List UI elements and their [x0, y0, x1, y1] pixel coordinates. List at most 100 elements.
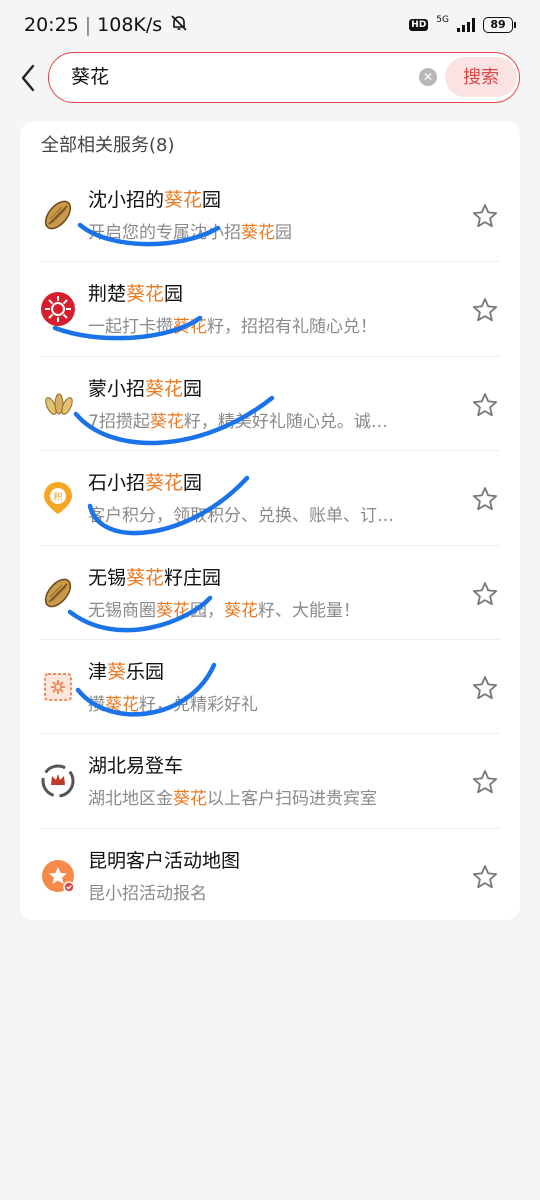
result-item[interactable]: 湖北易登车湖北地区金葵花以上客户扫码进贵宾室 [20, 734, 520, 829]
desc-text: 开启您的专属沈小招 [88, 223, 241, 243]
highlight-text: 葵花 [149, 411, 184, 432]
seed-cluster-icon [40, 386, 76, 422]
title-text: 沈小招的 [88, 189, 165, 211]
favorite-star-button[interactable] [472, 769, 498, 795]
title-text: 无锡 [88, 566, 127, 589]
highlight-text: 葵花 [241, 223, 275, 243]
item-title: 无锡葵花籽庄园 [88, 565, 221, 591]
status-separator: | [84, 14, 92, 36]
flower-stamp-icon [40, 669, 76, 705]
search-button[interactable]: 搜索 [445, 57, 517, 97]
favorite-star-button[interactable] [472, 581, 498, 607]
star-icon [472, 581, 498, 611]
desc-text: 湖北地区金 [88, 789, 173, 810]
highlight-text: 葵花 [145, 472, 184, 495]
desc-text: 园 [275, 223, 292, 243]
item-description: 攒葵花籽，兑精彩好礼 [88, 693, 258, 717]
desc-text: 籽，兑精彩好礼 [139, 694, 258, 715]
title-text: 园 [183, 472, 203, 495]
result-item[interactable]: 荆楚葵花园 一起打卡攒葵花籽，招招有礼随心兑！ [20, 262, 520, 357]
item-description: 无锡商圈葵花园，葵花籽、大能量！ [88, 599, 360, 623]
desc-text: 园， [190, 600, 224, 621]
clock: 20:25 [24, 14, 79, 36]
section-title: 全部相关服务(8) [41, 135, 175, 156]
back-button[interactable] [16, 60, 40, 96]
highlight-text: 葵花 [156, 600, 190, 621]
network-type: 5G [436, 14, 449, 25]
result-list: 沈小招的葵花园 开启您的专属沈小招葵花园 荆楚葵花园 一起打卡攒葵花籽，招招有礼随心兑… [20, 168, 520, 923]
item-description: 昆小招活动报名 [88, 882, 207, 906]
highlight-text: 葵花 [126, 283, 165, 306]
status-right: HD 5G 89 [409, 14, 516, 33]
chevron-left-icon [21, 64, 35, 92]
item-title: 沈小招的葵花园 [88, 187, 221, 213]
highlight-text: 葵花 [126, 566, 165, 589]
desc-text: 籽、大能量！ [258, 600, 360, 621]
title-text: 籽庄园 [164, 566, 222, 589]
network-speed: 108K/s [97, 14, 163, 36]
search-box: ✕ 搜索 [48, 52, 520, 103]
highlight-text: 葵花 [145, 377, 184, 400]
desc-text: 昆小招活动报名 [88, 883, 207, 904]
star-icon [472, 676, 498, 705]
signal-icon [457, 18, 475, 32]
bell-muted-icon [170, 14, 188, 37]
battery-level: 89 [483, 17, 513, 33]
star-icon [472, 392, 498, 422]
highlight-text: 葵 [107, 660, 127, 683]
desc-text: 客户积分，领取积分、兑换、账单、订… [88, 506, 394, 527]
highlight-text: 葵花 [224, 600, 258, 621]
item-description: 一起打卡攒葵花籽，招招有礼随心兑！ [88, 315, 377, 339]
clear-icon[interactable]: ✕ [419, 68, 437, 86]
item-description: 7招攒起葵花籽，精美好礼随心兑。诚… [88, 410, 388, 434]
favorite-star-button[interactable] [472, 675, 498, 701]
sunflower-seed-icon [40, 575, 76, 611]
red-sunflower-badge-icon [40, 291, 76, 327]
highlight-text: 葵花 [173, 789, 207, 810]
highlight-text: 葵花 [173, 317, 207, 338]
item-title: 湖北易登车 [88, 753, 183, 779]
battery-icon: 89 [483, 17, 516, 33]
title-text: 园 [183, 377, 203, 400]
points-pin-icon: 积 [40, 480, 76, 516]
svg-text:积: 积 [53, 491, 62, 503]
title-text: 湖北易登车 [88, 755, 184, 778]
search-input[interactable] [71, 53, 411, 101]
desc-text: 以上客户扫码进贵宾室 [207, 789, 377, 810]
item-description: 开启您的专属沈小招葵花园 [88, 221, 292, 245]
title-text: 蒙小招 [88, 377, 146, 400]
title-text: 昆明客户活动地图 [88, 849, 241, 872]
result-item[interactable]: 积 石小招葵花园客户积分，领取积分、兑换、账单、订… [20, 451, 520, 546]
desc-text: 籽，招招有礼随心兑！ [207, 317, 377, 338]
title-text: 园 [202, 189, 222, 211]
hd-icon: HD [409, 19, 429, 31]
desc-text: 攒 [88, 694, 105, 715]
star-icon [472, 487, 498, 516]
result-item[interactable]: 津葵乐园攒葵花籽，兑精彩好礼 [20, 640, 520, 735]
favorite-star-button[interactable] [472, 203, 498, 229]
search-header: ✕ 搜索 [0, 50, 540, 106]
desc-text: 7招攒起 [88, 411, 150, 432]
desc-text: 籽，精美好礼随心兑。诚… [183, 411, 388, 432]
desc-text: 一起打卡攒 [88, 317, 173, 338]
result-item[interactable]: 昆明客户活动地图 昆小招活动报名 [20, 829, 520, 923]
title-text: 园 [164, 283, 184, 306]
favorite-star-button[interactable] [472, 392, 498, 418]
title-text: 乐园 [126, 660, 165, 683]
title-text: 石小招 [88, 472, 146, 495]
item-description: 湖北地区金葵花以上客户扫码进贵宾室 [88, 787, 377, 811]
result-item[interactable]: 沈小招的葵花园 开启您的专属沈小招葵花园 [20, 168, 520, 263]
result-item[interactable]: 无锡葵花籽庄园 无锡商圈葵花园，葵花籽、大能量！ [20, 546, 520, 640]
item-title: 石小招葵花园 [88, 470, 202, 496]
favorite-star-button[interactable] [472, 297, 498, 323]
star-icon [472, 204, 498, 233]
highlight-text: 葵花 [164, 189, 203, 211]
favorite-star-button[interactable] [472, 486, 498, 512]
result-item[interactable]: 蒙小招葵花园 7招攒起葵花籽，精美好礼随心兑。诚… [20, 357, 520, 452]
favorite-star-button[interactable] [472, 864, 498, 890]
title-text: 津 [88, 660, 108, 683]
item-title: 昆明客户活动地图 [88, 848, 240, 874]
item-title: 津葵乐园 [88, 659, 164, 685]
item-title: 蒙小招葵花园 [88, 376, 202, 402]
results-card: 全部相关服务(8) 沈小招的葵花园 开启您的专属沈小招葵花园 荆楚葵花园 一起打卡攒葵… [20, 121, 520, 920]
